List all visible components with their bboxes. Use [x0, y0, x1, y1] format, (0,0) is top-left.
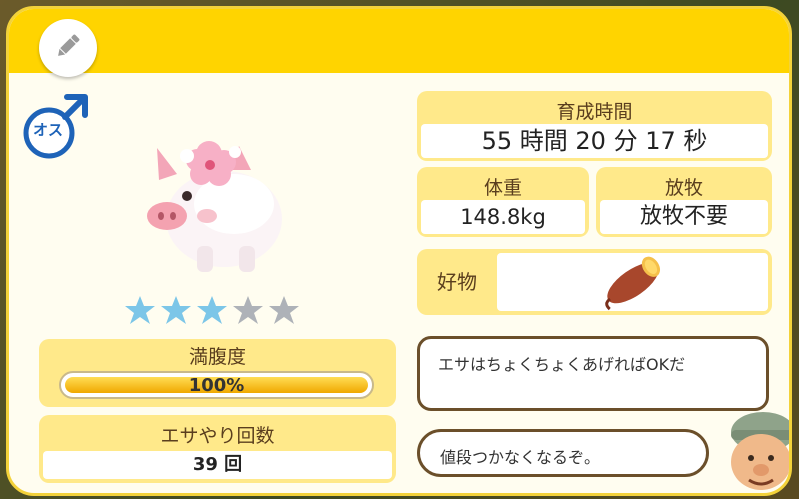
sweet-potato-icon	[604, 256, 660, 311]
gender-badge: オス	[19, 89, 93, 163]
star-empty-icon	[269, 296, 299, 324]
pig-status-panel: オス 満腹度 100% エサやり回数 39 回 育成時間 55 時間 20 分 …	[6, 6, 792, 496]
weight-label: 体重	[483, 177, 522, 199]
farmer-speech-bubble-2: 値段つかなくなるぞ。	[417, 429, 709, 477]
fullness-value: 100%	[188, 375, 245, 396]
gender-label: オス	[32, 121, 63, 139]
pencil-icon	[53, 31, 83, 65]
star-filled-icon	[125, 296, 155, 324]
star-filled-icon	[197, 296, 227, 324]
fullness-label: 満腹度	[188, 346, 246, 368]
favorite-food-card: 好物	[417, 249, 772, 315]
star-empty-icon	[233, 296, 263, 324]
weight-value: 148.8kg	[421, 200, 585, 234]
edit-name-button[interactable]	[39, 19, 97, 77]
grazing-card: 放牧 放牧不要	[596, 167, 772, 237]
grazing-value: 放牧不要	[600, 200, 768, 234]
dialogue-line-1: エサはちょくちょくあげればOKだ	[438, 355, 686, 374]
pig-character	[139, 134, 299, 284]
star-filled-icon	[161, 296, 191, 324]
panel-header	[9, 9, 789, 73]
grazing-label: 放牧	[664, 177, 703, 199]
favorite-label: 好物	[437, 270, 477, 294]
growth-time-value: 55 時間 20 分 17 秒	[421, 124, 768, 158]
rarity-stars	[124, 295, 300, 325]
farmer-avatar	[721, 404, 789, 493]
feed-count-label: エサやり回数	[160, 425, 275, 447]
fullness-card: 満腹度 100%	[39, 339, 396, 407]
feed-count-value: 39 回	[43, 451, 392, 479]
growth-time-card: 育成時間 55 時間 20 分 17 秒	[417, 91, 772, 161]
favorite-item-box	[497, 253, 768, 311]
farmer-speech-bubble-1: エサはちょくちょくあげればOKだ	[417, 336, 769, 411]
feed-count-card: エサやり回数 39 回	[39, 415, 396, 483]
growth-time-label: 育成時間	[556, 101, 633, 123]
dialogue-line-2: 値段つかなくなるぞ。	[440, 448, 601, 467]
weight-card: 体重 148.8kg	[417, 167, 589, 237]
fullness-meter: 100%	[59, 371, 374, 399]
